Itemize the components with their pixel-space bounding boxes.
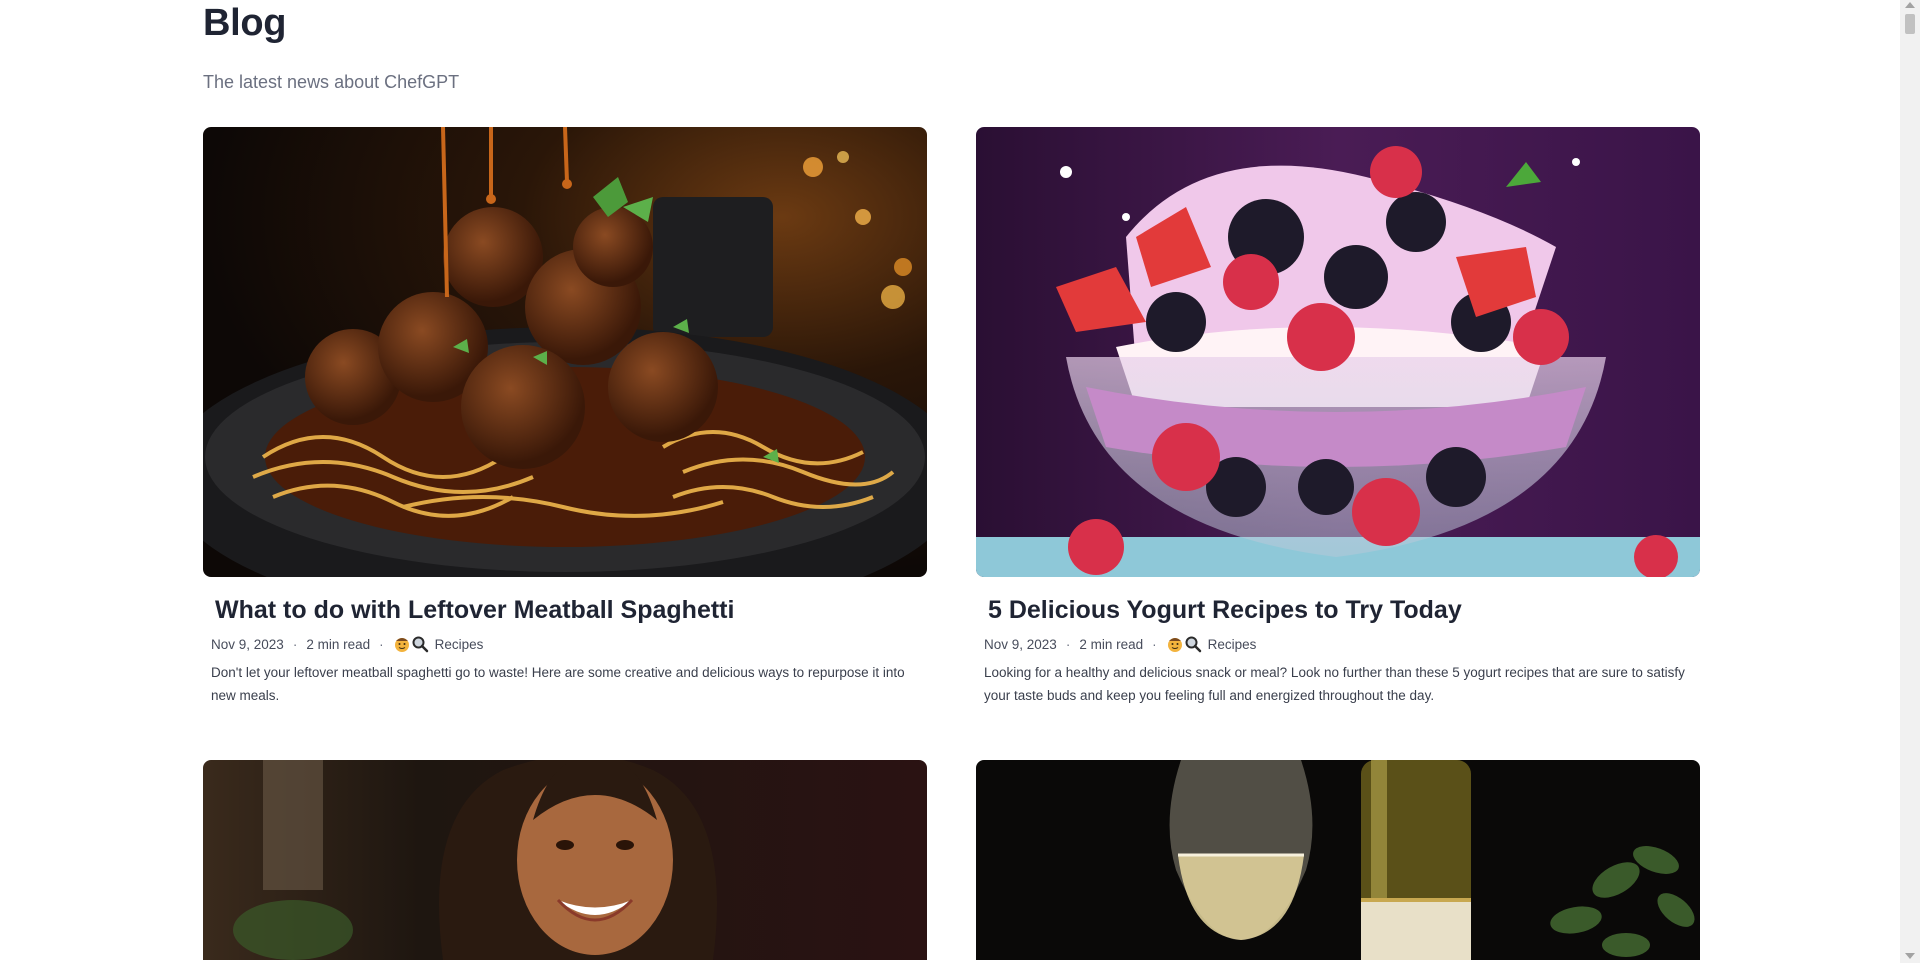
post-excerpt: Looking for a healthy and delicious snac… — [984, 665, 1685, 703]
post-title[interactable]: What to do with Leftover Meatball Spaghe… — [215, 595, 927, 625]
search-icon — [412, 636, 428, 653]
post-category[interactable]: Recipes — [435, 637, 484, 652]
posts-grid: What to do with Leftover Meatball Spaghe… — [203, 127, 1700, 960]
blog-post-card[interactable]: 5 Delicious Yogurt Recipes to Try Today … — [976, 127, 1700, 707]
page-subtitle: The latest news about ChefGPT — [203, 72, 460, 92]
post-date: Nov 9, 2023 — [984, 636, 1057, 652]
post-read-time: 2 min read — [306, 636, 371, 652]
scroll-down-arrow-icon[interactable] — [1905, 953, 1915, 959]
post-read-time: 2 min read — [1079, 636, 1144, 652]
post-category[interactable]: Recipes — [1208, 637, 1257, 652]
post-meta: Nov 9, 2023 · 2 min read · Recipes — [211, 634, 927, 654]
post-image-white-wine[interactable] — [976, 760, 1700, 960]
blog-page: Blog The latest news about ChefGPT What … — [0, 0, 1900, 963]
meta-separator: · — [1065, 636, 1071, 652]
vertical-scrollbar[interactable] — [1900, 0, 1920, 963]
blog-post-card[interactable] — [976, 760, 1700, 960]
author-avatar — [1166, 635, 1202, 653]
post-meta: Nov 9, 2023 · 2 min read · Recipes — [984, 634, 1700, 654]
blog-post-card[interactable]: What to do with Leftover Meatball Spaghe… — [203, 127, 927, 707]
author-avatar — [393, 635, 429, 653]
meta-separator: · — [292, 636, 298, 652]
page-title: Blog — [203, 2, 287, 44]
post-image-yogurt[interactable] — [976, 127, 1700, 577]
post-image-smiling-woman[interactable] — [203, 760, 927, 960]
post-title[interactable]: 5 Delicious Yogurt Recipes to Try Today — [988, 595, 1700, 625]
chef-icon — [394, 638, 409, 652]
chef-icon — [1167, 638, 1182, 652]
blog-post-card[interactable] — [203, 760, 927, 960]
scroll-up-arrow-icon[interactable] — [1905, 2, 1915, 8]
meta-separator: · — [1152, 636, 1157, 652]
post-excerpt: Don't let your leftover meatball spaghet… — [211, 665, 905, 703]
meta-separator: · — [379, 636, 384, 652]
post-image-meatball-spaghetti[interactable] — [203, 127, 927, 577]
search-icon — [1185, 636, 1201, 653]
post-date: Nov 9, 2023 — [211, 636, 284, 652]
scroll-thumb[interactable] — [1905, 14, 1915, 34]
